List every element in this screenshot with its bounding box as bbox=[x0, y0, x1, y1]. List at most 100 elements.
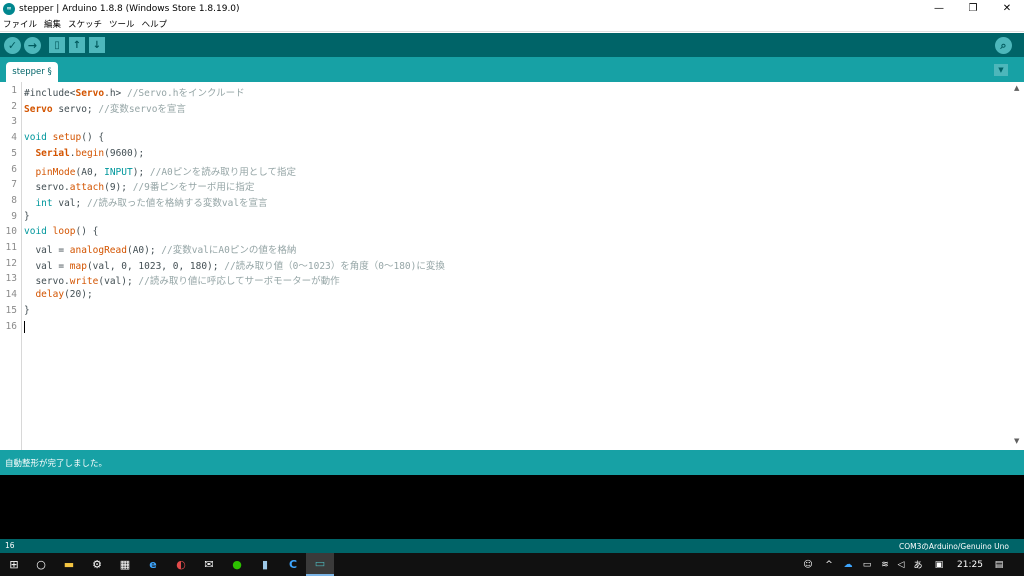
footer-bar: 16 COM3のArduino/Genuino Uno bbox=[0, 539, 1024, 553]
code-token: int bbox=[35, 197, 53, 209]
speaker-icon[interactable]: ◁ bbox=[894, 553, 908, 576]
console-output[interactable] bbox=[0, 475, 1024, 539]
code-line[interactable]: pinMode(A0, INPUT); //A0ピンを読み取り用として指定 bbox=[24, 164, 296, 178]
ime-indicator[interactable]: あ bbox=[911, 553, 925, 576]
scroll-up-icon[interactable]: ▲ bbox=[1014, 84, 1019, 92]
save-sketch-button[interactable]: ↓ bbox=[89, 37, 105, 53]
new-file-icon: ▯ bbox=[54, 39, 60, 51]
arrow-up-icon: ↑ bbox=[72, 39, 82, 51]
scroll-down-icon[interactable]: ▼ bbox=[1014, 437, 1019, 445]
onedrive-icon[interactable]: ☁ bbox=[840, 553, 856, 576]
code-token: setup bbox=[52, 132, 82, 144]
restore-button[interactable]: ❐ bbox=[956, 0, 990, 17]
code-token: } bbox=[24, 304, 30, 316]
chevron-up-icon[interactable]: ^ bbox=[822, 553, 836, 576]
c-app-icon[interactable]: C bbox=[279, 553, 307, 576]
menu-help[interactable]: ヘルプ bbox=[142, 18, 168, 30]
input-mode-icon[interactable]: ▣ bbox=[932, 553, 946, 576]
code-token: //読み取り値に呼応してサーボモーターが動作 bbox=[138, 276, 340, 288]
battery-icon[interactable]: ▭ bbox=[860, 553, 874, 576]
code-token: begin bbox=[75, 147, 105, 159]
toolbar: ✓ → ▯ ↑ ↓ ⌕ bbox=[0, 33, 1024, 57]
code-token: servo. bbox=[24, 182, 70, 194]
code-token: () { bbox=[81, 132, 105, 144]
code-line[interactable]: void setup() { bbox=[24, 132, 104, 143]
menu-file[interactable]: ファイル bbox=[3, 18, 37, 30]
wifi-icon[interactable]: ≋ bbox=[878, 553, 892, 576]
code-token: //9番ピンをサーボ用に指定 bbox=[132, 182, 255, 194]
menu-edit[interactable]: 編集 bbox=[44, 18, 61, 30]
code-token: (20); bbox=[64, 289, 93, 301]
code-token: Servo bbox=[24, 103, 53, 115]
line-chat-icon[interactable]: ● bbox=[223, 553, 251, 576]
code-token: (A0); bbox=[126, 245, 162, 256]
code-token: //読み取った値を格納する変数valを宣言 bbox=[86, 197, 268, 209]
code-token: write bbox=[69, 276, 99, 288]
new-sketch-button[interactable]: ▯ bbox=[49, 37, 65, 53]
code-token: servo. bbox=[24, 276, 70, 288]
menu-sketch[interactable]: スケッチ bbox=[68, 18, 102, 30]
line-number: 9 bbox=[11, 210, 17, 222]
system-clock[interactable]: 21:25 bbox=[950, 553, 990, 576]
tab-stepper[interactable]: stepper § bbox=[6, 62, 58, 82]
code-line[interactable]: Servo servo; //変数servoを宣言 bbox=[24, 101, 186, 115]
people-icon[interactable]: ☺ bbox=[800, 553, 816, 576]
code-line[interactable]: delay(20); bbox=[24, 289, 93, 301]
mail-icon[interactable]: ✉ bbox=[195, 553, 223, 576]
code-token: (9); bbox=[104, 182, 133, 194]
notepad-icon[interactable]: ▮ bbox=[251, 553, 279, 576]
line-number: 8 bbox=[11, 194, 17, 206]
line-number: 5 bbox=[11, 147, 17, 159]
magnifier-icon: ⌕ bbox=[1000, 38, 1007, 52]
title-bar: ∞ stepper | Arduino 1.8.8 (Windows Store… bbox=[0, 0, 1024, 17]
edge-browser-icon[interactable]: e bbox=[139, 553, 167, 576]
code-line[interactable] bbox=[24, 320, 25, 333]
menu-tools[interactable]: ツール bbox=[109, 18, 135, 30]
paint-icon[interactable]: ◐ bbox=[167, 553, 195, 576]
arduino-taskbar-icon[interactable]: ▭ bbox=[306, 553, 334, 576]
cortana-search-icon[interactable]: ○ bbox=[27, 553, 55, 576]
line-number: 11 bbox=[5, 242, 17, 253]
code-editor[interactable]: 1 2 3 4 5 6 7 8 9 10 11 12 13 14 15 16 #include<Servo.h… bbox=[0, 82, 1024, 450]
start-windows-icon[interactable]: ⊞ bbox=[0, 553, 28, 576]
code-line[interactable]: #include<Servo.h> //Servo.hをインクルード bbox=[24, 85, 245, 99]
chevron-down-icon: ▼ bbox=[998, 66, 1004, 74]
code-line[interactable]: Serial.begin(9600); bbox=[24, 148, 144, 159]
settings-gear-icon[interactable]: ⚙ bbox=[83, 553, 111, 576]
status-bar: 自動整形が完了しました。 bbox=[0, 450, 1024, 475]
vertical-scrollbar[interactable]: ▲ ▼ bbox=[1012, 82, 1024, 450]
close-button[interactable]: ✕ bbox=[990, 0, 1024, 17]
calculator-icon[interactable]: ▦ bbox=[111, 553, 139, 576]
code-token: } bbox=[24, 210, 30, 222]
code-token: val; bbox=[52, 197, 87, 209]
line-number: 13 bbox=[5, 273, 17, 285]
arduino-logo-icon: ∞ bbox=[3, 2, 15, 15]
code-token: (val); bbox=[98, 276, 139, 288]
file-explorer-icon[interactable]: ▬ bbox=[55, 553, 83, 576]
code-line[interactable]: servo.write(val); //読み取り値に呼応してサーボモーターが動作 bbox=[24, 273, 340, 288]
code-line[interactable]: val = analogRead(A0); //変数valにA0ピンの値を格納 bbox=[24, 242, 296, 256]
code-line[interactable]: } bbox=[24, 305, 30, 316]
notification-center-icon[interactable]: ▤ bbox=[990, 553, 1008, 576]
line-number: 3 bbox=[11, 116, 17, 128]
code-line[interactable]: val = map(val, 0, 1023, 0, 180); //読み取り値… bbox=[24, 258, 444, 272]
window-controls: — ❐ ✕ bbox=[922, 0, 1024, 17]
verify-button[interactable]: ✓ bbox=[4, 37, 21, 54]
code-token: (9600); bbox=[104, 147, 145, 159]
line-number: 10 bbox=[5, 226, 17, 238]
code-line[interactable]: } bbox=[24, 211, 30, 222]
code-token: val = bbox=[24, 260, 70, 272]
open-sketch-button[interactable]: ↑ bbox=[69, 37, 85, 53]
minimize-button[interactable]: — bbox=[922, 0, 956, 17]
code-line[interactable]: void loop() { bbox=[24, 226, 98, 237]
code-token: analogRead bbox=[69, 245, 127, 256]
board-port-info: COM3のArduino/Genuino Uno bbox=[898, 542, 1009, 551]
tab-menu-button[interactable]: ▼ bbox=[994, 64, 1008, 76]
upload-button[interactable]: → bbox=[24, 37, 41, 54]
code-line[interactable]: servo.attach(9); //9番ピンをサーボ用に指定 bbox=[24, 179, 254, 193]
code-line[interactable]: int val; //読み取った値を格納する変数valを宣言 bbox=[24, 195, 268, 209]
serial-monitor-button[interactable]: ⌕ bbox=[995, 37, 1012, 54]
